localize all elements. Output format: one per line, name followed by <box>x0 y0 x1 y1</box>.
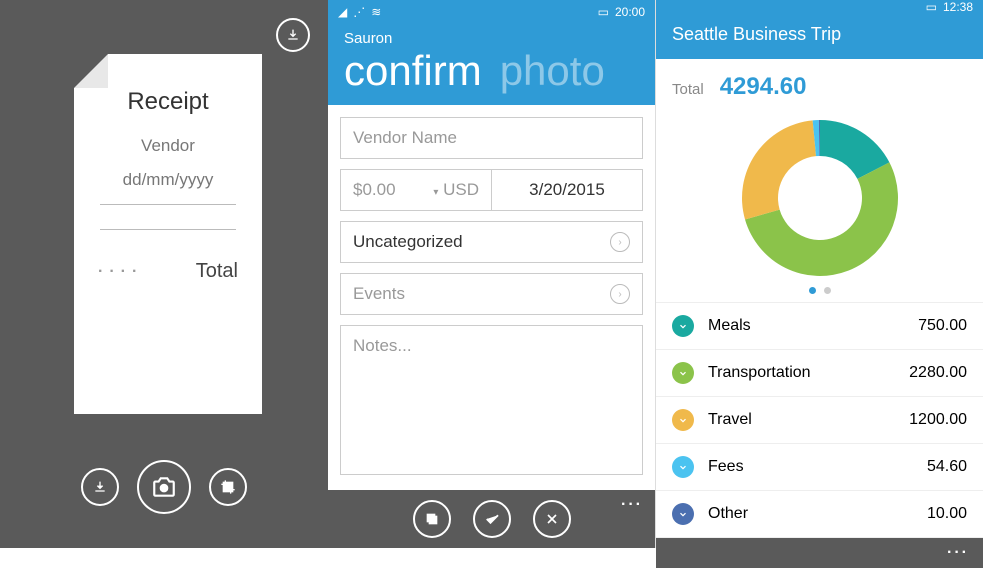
confirm-panel: ◢ ⋰ ≋ ▭ 20:00 Sauron confirm photo Vendo… <box>328 0 655 548</box>
receipt-line <box>100 229 236 230</box>
category-dot-icon <box>672 315 694 337</box>
category-row[interactable]: Transportation 2280.00 <box>656 350 983 397</box>
total-label: Total <box>672 81 704 98</box>
trip-summary-panel: ▭ 12:38 Seattle Business Trip Total 4294… <box>655 0 983 548</box>
camera-button[interactable] <box>137 460 191 514</box>
category-name: Meals <box>708 317 751 335</box>
page-dot[interactable] <box>809 287 816 294</box>
cancel-button[interactable] <box>533 500 571 538</box>
category-dot-icon <box>672 456 694 478</box>
amount-value: $0.00 <box>353 180 396 200</box>
category-value: 750.00 <box>918 317 967 335</box>
donut-chart <box>656 105 983 287</box>
category-dot-icon <box>672 503 694 525</box>
category-dot-icon <box>672 409 694 431</box>
category-name: Other <box>708 505 748 523</box>
confirm-form: Vendor Name $0.00 ▾ USD 3/20/2015 Uncate… <box>328 105 655 487</box>
category-row[interactable]: Meals 750.00 <box>656 303 983 350</box>
receipt-date-placeholder: dd/mm/yyyy <box>94 170 242 190</box>
donut-slice[interactable] <box>742 120 816 219</box>
wifi-icon: ⋰ <box>353 5 365 19</box>
total-value: 4294.60 <box>720 73 807 101</box>
page-fold-icon <box>74 54 108 88</box>
events-label: Events <box>353 284 405 304</box>
category-name: Travel <box>708 411 752 429</box>
category-value: Uncategorized <box>353 232 463 252</box>
scan-toolbar <box>0 460 328 514</box>
category-dot-icon <box>672 362 694 384</box>
category-value: 10.00 <box>927 505 967 523</box>
receipt-title: Receipt <box>94 88 242 116</box>
status-time: 20:00 <box>615 5 645 19</box>
pager-dots[interactable] <box>656 287 983 294</box>
vendor-input[interactable]: Vendor Name <box>340 117 643 159</box>
page-dot[interactable] <box>824 287 831 294</box>
category-select[interactable]: Uncategorized › <box>340 221 643 263</box>
confirm-header: Sauron confirm photo <box>328 24 655 105</box>
more-button[interactable]: ··· <box>621 496 643 514</box>
import-button[interactable] <box>81 468 119 506</box>
confirm-toolbar: ··· <box>328 490 655 548</box>
status-time: 12:38 <box>943 0 973 14</box>
trip-title: Seattle Business Trip <box>656 14 983 59</box>
notes-input[interactable]: Notes... <box>340 325 643 475</box>
summary-toolbar: ··· <box>656 538 983 568</box>
app-name: Sauron <box>344 30 639 47</box>
category-row[interactable]: Fees 54.60 <box>656 444 983 491</box>
battery-icon: ▭ <box>598 5 609 19</box>
category-row[interactable]: Travel 1200.00 <box>656 397 983 444</box>
category-value: 54.60 <box>927 458 967 476</box>
more-button[interactable]: ··· <box>947 544 969 562</box>
tab-photo[interactable]: photo <box>500 47 605 95</box>
scan-receipt-panel: Receipt Vendor dd/mm/yyyy ···· Total <box>0 0 328 548</box>
category-value: 2280.00 <box>909 364 967 382</box>
category-row[interactable]: Other 10.00 <box>656 491 983 538</box>
chevron-right-icon: › <box>610 232 630 252</box>
download-button[interactable] <box>276 18 310 52</box>
copy-button[interactable] <box>413 500 451 538</box>
accept-button[interactable] <box>473 500 511 538</box>
trip-total: Total 4294.60 <box>656 59 983 105</box>
receipt-total-label: Total <box>196 260 238 283</box>
category-value: 1200.00 <box>909 411 967 429</box>
battery-icon: ▭ <box>926 0 937 14</box>
signal-icon: ◢ <box>338 5 347 19</box>
receipt-preview: Receipt Vendor dd/mm/yyyy ···· Total <box>74 54 262 414</box>
category-list: Meals 750.00 Transportation 2280.00 Travel 12… <box>656 302 983 538</box>
status-bar: ◢ ⋰ ≋ ▭ 20:00 <box>328 0 655 24</box>
category-name: Transportation <box>708 364 811 382</box>
amount-input[interactable]: $0.00 ▾ USD <box>340 169 491 211</box>
events-select[interactable]: Events › <box>340 273 643 315</box>
vibrate-icon: ≋ <box>371 5 381 19</box>
chevron-right-icon: › <box>610 284 630 304</box>
status-bar: ▭ 12:38 <box>656 0 983 14</box>
receipt-line <box>100 204 236 205</box>
receipt-dots: ···· <box>98 263 143 281</box>
crop-button[interactable] <box>209 468 247 506</box>
receipt-vendor-label: Vendor <box>94 136 242 156</box>
category-name: Fees <box>708 458 744 476</box>
tab-confirm[interactable]: confirm <box>344 47 482 95</box>
date-input[interactable]: 3/20/2015 <box>491 169 643 211</box>
currency-selector[interactable]: ▾ USD <box>427 180 479 200</box>
